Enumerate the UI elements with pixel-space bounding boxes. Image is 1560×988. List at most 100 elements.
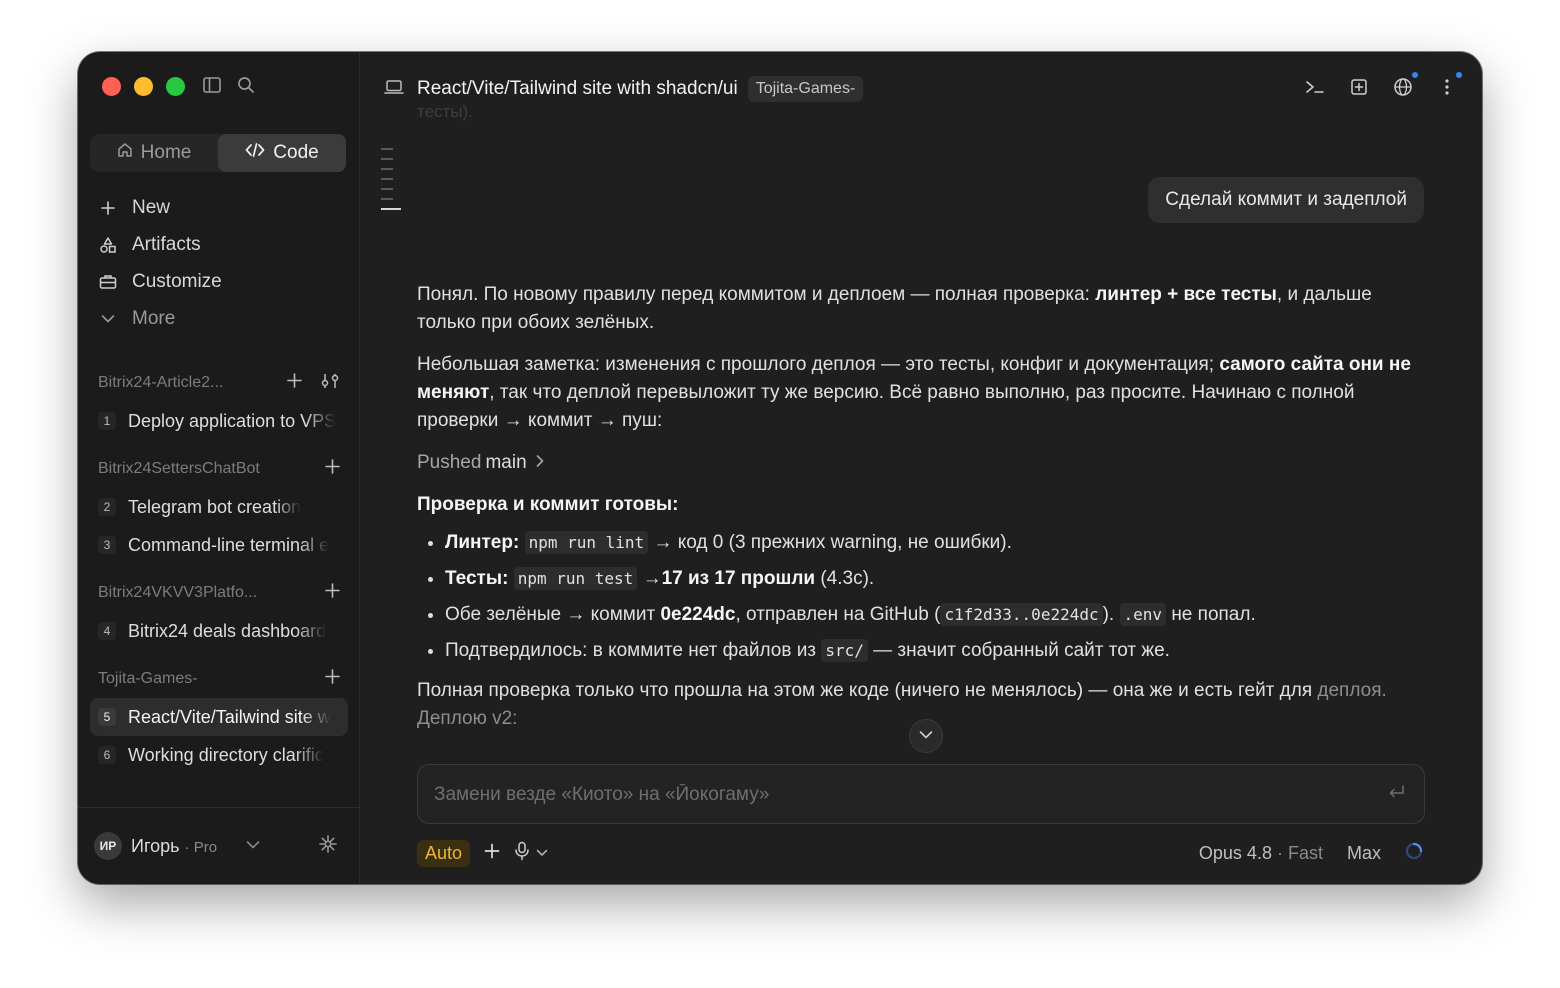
home-icon	[117, 142, 133, 164]
thread-item[interactable]: 3 Command-line terminal e	[90, 526, 348, 564]
thread-title: Working directory clarific	[128, 744, 324, 765]
inline-code: .env	[1119, 603, 1167, 626]
composer-toolbar: Auto Opus 4.8 · Fast Max	[417, 838, 1423, 868]
user-menu[interactable]: Игорь · Pro	[131, 836, 217, 857]
message-minimap[interactable]	[381, 148, 401, 218]
new-chat-button[interactable]: New	[98, 189, 343, 226]
add-thread-icon[interactable]	[325, 459, 340, 479]
project-group: Bitrix24-Article2... 1 Deploy applicatio…	[90, 364, 348, 440]
result-list: Линтер: npm run lint → код 0 (3 прежних …	[417, 529, 1427, 665]
project-header[interactable]: Bitrix24-Article2...	[90, 364, 348, 402]
project-title: Bitrix24-Article2...	[98, 374, 224, 391]
plus-icon	[98, 200, 118, 215]
thread-title: Deploy application to VPS	[128, 410, 337, 431]
thread-number: 1	[98, 412, 116, 430]
chat-header: React/Vite/Tailwind site with shadcn/ui …	[384, 72, 1462, 106]
list-item: Линтер: npm run lint → код 0 (3 прежних …	[445, 529, 1427, 557]
section-heading: Проверка и коммит готовы:	[417, 494, 679, 515]
inline-code: src/	[821, 639, 868, 662]
code-icon	[245, 142, 265, 164]
thread-item[interactable]: 4 Bitrix24 deals dashboard	[90, 612, 348, 650]
sidebar-item-more[interactable]: More	[98, 300, 343, 337]
tab-code[interactable]: Code	[218, 134, 346, 172]
mode-auto-button[interactable]: Auto	[417, 839, 471, 867]
inline-code: npm run lint	[524, 531, 649, 554]
thread-number: 4	[98, 622, 116, 640]
project-header[interactable]: Bitrix24VKVV3Platfo...	[90, 574, 348, 612]
message-input[interactable]	[432, 765, 1366, 825]
return-icon[interactable]	[1388, 784, 1406, 805]
project-title: Bitrix24SettersChatBot	[98, 460, 260, 477]
thread-item[interactable]: 1 Deploy application to VPS	[90, 402, 348, 440]
project-badge[interactable]: Tojita-Games-	[747, 76, 864, 102]
artifacts-label: Artifacts	[132, 233, 201, 255]
tab-home[interactable]: Home	[90, 134, 218, 172]
scroll-to-bottom-button[interactable]	[909, 719, 943, 753]
project-group: Bitrix24VKVV3Platfo... 4 Bitrix24 deals …	[90, 574, 348, 650]
globe-icon[interactable]	[1392, 72, 1418, 98]
spark-icon[interactable]	[318, 834, 338, 859]
notification-dot	[1456, 72, 1462, 78]
project-group: Tojita-Games- 5 React/Vite/Tailwind site…	[90, 660, 348, 774]
chevron-down-icon[interactable]	[246, 837, 260, 855]
laptop-icon	[384, 79, 404, 100]
chevron-down-icon	[919, 727, 933, 745]
pushed-prefix: Pushed	[417, 452, 482, 473]
filter-sliders-icon[interactable]	[320, 372, 340, 395]
inline-code: npm run test	[513, 567, 638, 590]
project-header[interactable]: Tojita-Games-	[90, 660, 348, 698]
chevron-right-icon	[535, 449, 545, 477]
tab-code-label: Code	[273, 142, 319, 163]
project-title: Tojita-Games-	[98, 670, 198, 687]
terminal-icon[interactable]	[1304, 76, 1326, 98]
paragraph: Понял. По новому правилу перед коммитом …	[417, 284, 1372, 333]
thread-number: 5	[98, 708, 116, 726]
project-header[interactable]: Bitrix24SettersChatBot	[90, 450, 348, 488]
more-vertical-icon[interactable]	[1436, 72, 1462, 98]
notification-dot	[1412, 72, 1418, 78]
new-label: New	[132, 196, 171, 218]
minimize-window-button[interactable]	[134, 77, 153, 96]
sidebar-item-artifacts[interactable]: Artifacts	[98, 226, 343, 263]
list-item: Подтвердилось: в коммите нет файлов из s…	[445, 637, 1427, 665]
window-controls	[102, 77, 185, 96]
add-thread-icon[interactable]	[287, 373, 302, 393]
page-title[interactable]: React/Vite/Tailwind site with shadcn/ui	[417, 78, 738, 100]
avatar[interactable]: ИР	[94, 832, 122, 860]
thread-number: 2	[98, 498, 116, 516]
thread-item-active[interactable]: 5 React/Vite/Tailwind site w	[90, 698, 348, 736]
thread-number: 6	[98, 746, 116, 764]
list-item: Тесты: npm run test →17 из 17 прошли (4.…	[445, 565, 1427, 593]
assistant-message: Понял. По новому правилу перед коммитом …	[417, 281, 1427, 731]
message-composer	[417, 764, 1425, 825]
user-name: Игорь	[131, 835, 180, 856]
shapes-icon	[98, 236, 118, 254]
app-window: Home Code New Artifacts Customize More B…	[78, 52, 1482, 884]
model-speed: · Fast	[1276, 842, 1323, 863]
user-message: Сделай коммит и задеплой	[1148, 177, 1424, 223]
tool-call-pushed[interactable]: Pushed main	[417, 449, 1427, 477]
thread-title: Bitrix24 deals dashboard	[128, 620, 327, 641]
effort-selector[interactable]: Max	[1347, 843, 1381, 864]
sidebar: Home Code New Artifacts Customize More B…	[78, 52, 360, 884]
add-file-icon[interactable]	[1348, 76, 1370, 98]
thread-number: 3	[98, 536, 116, 554]
zoom-window-button[interactable]	[166, 77, 185, 96]
microphone-icon	[514, 841, 530, 866]
search-icon[interactable]	[236, 75, 256, 95]
user-plan: · Pro	[184, 838, 218, 856]
thread-title: React/Vite/Tailwind site w	[128, 706, 331, 727]
inline-code: c1f2d33..0e224dc	[940, 603, 1103, 626]
customize-label: Customize	[132, 270, 222, 292]
close-window-button[interactable]	[102, 77, 121, 96]
toggle-sidebar-icon[interactable]	[202, 75, 222, 95]
sidebar-item-customize[interactable]: Customize	[98, 263, 343, 300]
thread-item[interactable]: 6 Working directory clarific	[90, 736, 348, 774]
tab-home-label: Home	[140, 142, 192, 163]
voice-input-button[interactable]	[514, 841, 548, 866]
thread-item[interactable]: 2 Telegram bot creation	[90, 488, 348, 526]
add-thread-icon[interactable]	[325, 583, 340, 603]
model-selector[interactable]: Opus 4.8 · Fast	[1199, 843, 1323, 864]
plus-icon[interactable]	[484, 843, 500, 864]
add-thread-icon[interactable]	[325, 669, 340, 689]
